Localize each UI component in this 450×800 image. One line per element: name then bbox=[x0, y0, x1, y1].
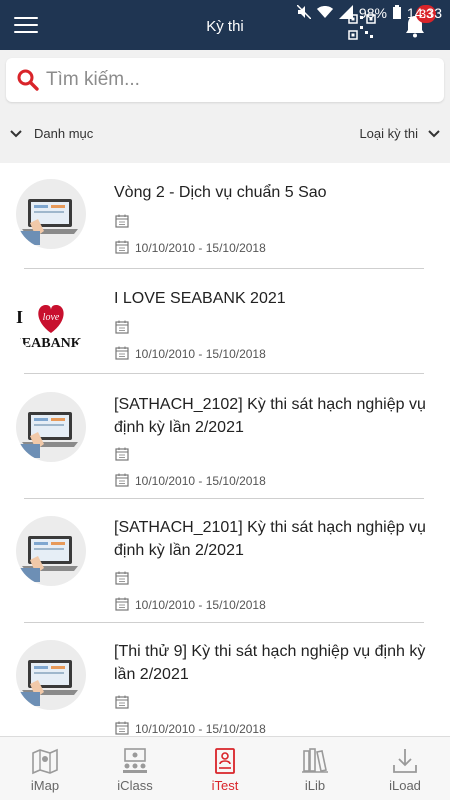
download-icon bbox=[393, 749, 417, 773]
tab-imap[interactable]: iMap bbox=[0, 737, 90, 800]
laptop-thumbnail bbox=[16, 640, 86, 710]
seabank-logo: I love SEABANK bbox=[16, 287, 86, 357]
calendar-icon bbox=[115, 320, 129, 334]
exam-dates: 10/10/2010 - 15/10/2018 bbox=[135, 241, 266, 255]
app-header: Kỳ thi 33 98% 14:33 bbox=[0, 0, 450, 50]
laptop-thumbnail bbox=[16, 392, 86, 462]
exam-list: Vòng 2 - Dịch vụ chuẩn 5 Sao 10/10/2010 … bbox=[0, 163, 450, 736]
list-item[interactable]: [SATHACH_2102] Kỳ thi sát hạch nghiệp vụ… bbox=[0, 375, 450, 499]
exam-name: [SATHACH_2102] Kỳ thi sát hạch nghiệp vụ… bbox=[114, 396, 426, 436]
tab-label: iMap bbox=[30, 778, 60, 793]
signal-icon bbox=[338, 4, 353, 22]
exam-type-filter[interactable]: Loại kỳ thi bbox=[359, 126, 440, 141]
chevron-down-icon bbox=[10, 129, 22, 137]
list-item[interactable]: Vòng 2 - Dịch vụ chuẩn 5 Sao 10/10/2010 … bbox=[0, 163, 450, 269]
tab-itest[interactable]: iTest bbox=[180, 737, 270, 800]
books-icon bbox=[302, 748, 328, 773]
battery-percent: 98% bbox=[358, 5, 387, 21]
map-icon bbox=[32, 748, 58, 775]
exam-name: [Thi thử 9] Kỳ thi sát hạch nghiệp vụ đị… bbox=[114, 643, 426, 683]
list-item[interactable]: I love SEABANK I LOVE SEABANK 2021 10/10… bbox=[0, 269, 450, 375]
search-input[interactable] bbox=[46, 64, 426, 96]
tab-iload[interactable]: iLoad bbox=[360, 737, 450, 800]
divider bbox=[24, 373, 424, 374]
tab-label: iTest bbox=[211, 778, 239, 793]
calendar-icon bbox=[115, 346, 129, 360]
svg-text:love: love bbox=[43, 312, 60, 323]
mute-icon bbox=[296, 3, 312, 22]
bottom-navigation: iMap iClass iTest iLib iLoad bbox=[0, 736, 450, 800]
calendar-icon bbox=[115, 214, 129, 228]
list-item[interactable]: [SATHACH_2101] Kỳ thi sát hạch nghiệp vụ… bbox=[0, 499, 450, 623]
wifi-icon bbox=[316, 5, 333, 22]
calendar-icon bbox=[115, 597, 129, 611]
calendar-icon bbox=[115, 571, 129, 585]
category-filter-label: Danh mục bbox=[34, 126, 94, 141]
tab-iclass[interactable]: iClass bbox=[90, 737, 180, 800]
search-section: Danh mục Loại kỳ thi bbox=[0, 50, 450, 163]
exam-name: [SATHACH_2101] Kỳ thi sát hạch nghiệp vụ… bbox=[114, 519, 426, 559]
calendar-icon bbox=[115, 695, 129, 709]
list-item[interactable]: [Thi thử 9] Kỳ thi sát hạch nghiệp vụ đị… bbox=[0, 623, 450, 736]
tab-label: iClass bbox=[117, 778, 153, 793]
calendar-icon bbox=[115, 473, 129, 487]
laptop-thumbnail bbox=[16, 179, 86, 249]
exam-dates: 10/10/2010 - 15/10/2018 bbox=[135, 474, 266, 488]
exam-type-filter-label: Loại kỳ thi bbox=[359, 126, 418, 141]
search-icon bbox=[17, 69, 39, 91]
laptop-thumbnail bbox=[16, 516, 86, 586]
status-bar: 98% 14:33 bbox=[296, 3, 442, 23]
exam-dates: 10/10/2010 - 15/10/2018 bbox=[135, 347, 266, 361]
tab-ilib[interactable]: iLib bbox=[270, 737, 360, 800]
exam-dates: 10/10/2010 - 15/10/2018 bbox=[135, 598, 266, 612]
exam-name: Vòng 2 - Dịch vụ chuẩn 5 Sao bbox=[114, 184, 327, 201]
chevron-down-icon bbox=[428, 129, 440, 137]
svg-text:SEABANK: SEABANK bbox=[16, 336, 82, 351]
category-filter[interactable]: Danh mục bbox=[10, 126, 93, 141]
calendar-icon bbox=[115, 240, 129, 254]
battery-icon bbox=[392, 4, 401, 22]
calendar-icon bbox=[115, 721, 129, 735]
svg-text:I: I bbox=[16, 307, 23, 327]
clock: 14:33 bbox=[406, 5, 442, 21]
calendar-icon bbox=[115, 447, 129, 461]
test-icon bbox=[215, 748, 235, 774]
search-bar[interactable] bbox=[6, 58, 444, 102]
classroom-icon bbox=[123, 748, 147, 773]
exam-name: I LOVE SEABANK 2021 bbox=[114, 290, 286, 307]
tab-label: iLib bbox=[304, 778, 326, 793]
exam-dates: 10/10/2010 - 15/10/2018 bbox=[135, 722, 266, 736]
tab-label: iLoad bbox=[389, 778, 421, 793]
